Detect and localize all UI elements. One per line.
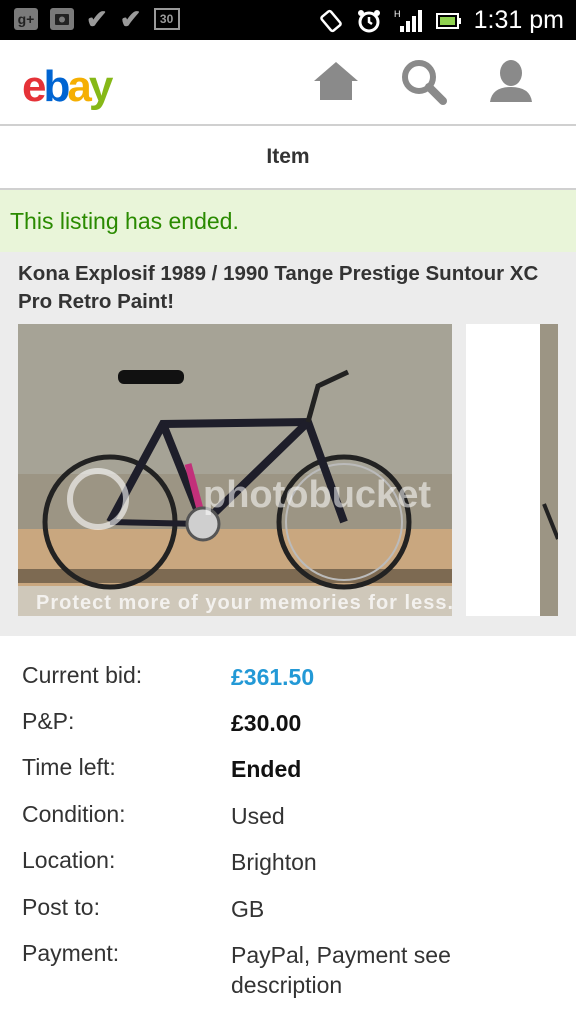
current-bid-value: £361.50 xyxy=(231,664,315,690)
signal-icon: H xyxy=(394,9,422,32)
listing-ended-banner: This listing has ended. xyxy=(0,190,576,252)
rotate-icon xyxy=(319,9,342,32)
payment-value: PayPal, Payment see description xyxy=(231,942,451,998)
logo-letter: y xyxy=(88,62,114,111)
battery-icon xyxy=(435,12,461,29)
detail-label: Post to: xyxy=(22,894,100,920)
clock: 1:31 pm xyxy=(473,6,564,34)
check-icon: ✔ xyxy=(86,4,108,34)
photo-icon xyxy=(50,8,74,30)
detail-label: Time left: xyxy=(22,754,116,780)
user-icon[interactable] xyxy=(486,56,536,106)
time-left-value: Ended xyxy=(231,756,302,782)
search-icon[interactable] xyxy=(398,56,448,106)
home-icon[interactable] xyxy=(311,56,361,106)
item-photo-next[interactable] xyxy=(466,324,558,616)
postage-value: £30.00 xyxy=(231,710,302,736)
detail-label: P&P: xyxy=(22,708,75,734)
calendar-icon: 30 xyxy=(153,8,180,30)
logo-letter: a xyxy=(67,62,92,111)
post-to-value: GB xyxy=(231,896,265,922)
check-icon: ✔ xyxy=(119,4,142,34)
detail-label: Current bid: xyxy=(22,662,143,688)
alarm-icon xyxy=(357,9,380,32)
page-title: Item xyxy=(266,145,310,168)
logo-letter: e xyxy=(22,62,47,111)
listing-title: Kona Explosif 1989 / 1990 Tange Prestige… xyxy=(18,262,539,313)
listing-summary: Kona Explosif 1989 / 1990 Tange Prestige… xyxy=(0,252,576,636)
detail-label: Payment: xyxy=(22,940,120,966)
item-photo[interactable]: photobucket xyxy=(18,324,452,616)
google-plus-icon: g+ xyxy=(14,8,38,30)
photo-watermark: Protect more of your memories for less. xyxy=(36,592,455,614)
ebay-logo[interactable]: ebay xyxy=(22,62,114,112)
logo-letter: b xyxy=(43,62,70,111)
system-icons: H 1:31 pm xyxy=(318,6,564,35)
svg-text:photobucket: photobucket xyxy=(203,474,431,516)
notification-icons: g+ ✔ ✔ 30 xyxy=(14,4,180,34)
detail-label: Location: xyxy=(22,847,116,873)
detail-label: Condition: xyxy=(22,801,126,827)
status-bar: g+ ✔ ✔ 30 H 1:31 pm xyxy=(0,0,576,40)
location-value: Brighton xyxy=(231,849,317,875)
app-header: ebay xyxy=(0,40,576,124)
svg-text:H: H xyxy=(394,9,401,19)
condition-value: Used xyxy=(231,803,285,829)
